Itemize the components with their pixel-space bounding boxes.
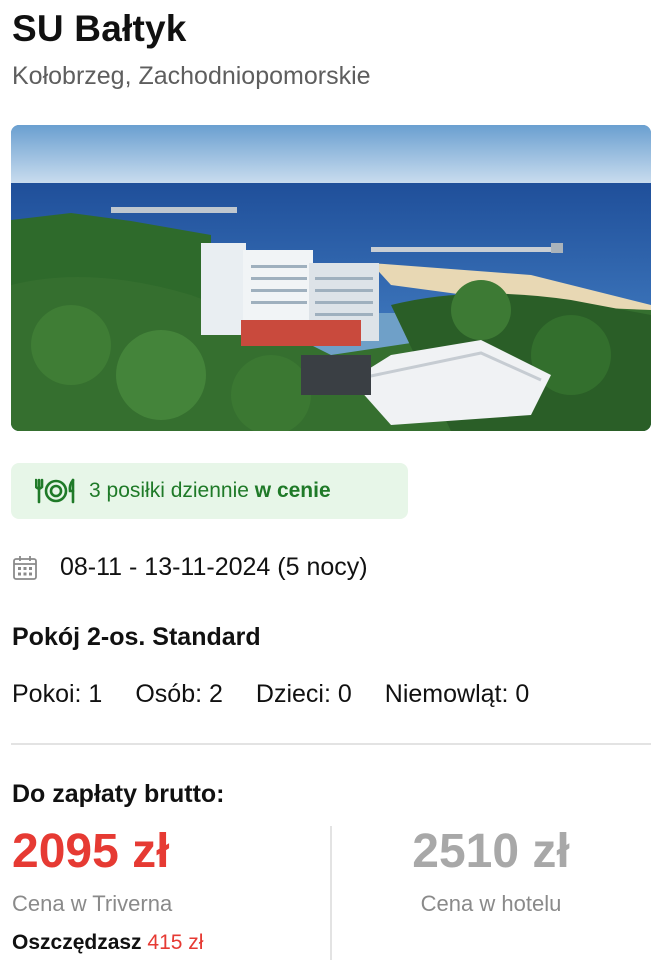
hotel-price-caption: Cena w hotelu [420, 891, 562, 916]
hotel-name[interactable]: SU Bałtyk [12, 8, 187, 50]
savings-text: Oszczędzasz 415 zł [12, 931, 204, 954]
rooms-count: Pokoi: 1 [12, 680, 103, 708]
stay-dates-text: 08-11 - 13-11-2024 (5 nocy) [60, 553, 368, 581]
divider [11, 743, 651, 745]
meals-included-badge: 3 posiłki dziennie w cenie [11, 463, 408, 519]
hotel-offer-card: SU Bałtyk Kołobrzeg, Zachodniopomorskie [0, 0, 668, 970]
triverna-price-caption: Cena w Triverna [12, 891, 173, 916]
stay-dates: 08-11 - 13-11-2024 (5 nocy) [12, 553, 368, 582]
hotel-photo[interactable] [11, 125, 651, 431]
persons-count: Osób: 2 [135, 680, 223, 708]
calendar-icon [13, 555, 37, 580]
cutlery-plate-icon [35, 478, 75, 504]
payment-label: Do zapłaty brutto: [12, 780, 225, 808]
room-type: Pokój 2-os. Standard [12, 623, 261, 651]
children-count: Dzieci: 0 [255, 680, 352, 708]
infants-count: Niemowląt: 0 [384, 680, 530, 708]
meals-badge-text: 3 posiłki dziennie w cenie [89, 479, 331, 502]
hotel-location: Kołobrzeg, Zachodniopomorskie [12, 62, 371, 90]
triverna-price: 2095 zł [12, 825, 170, 878]
savings-amount: 415 zł [147, 931, 204, 954]
hotel-price: 2510 zł [412, 825, 570, 878]
guest-counts: Pokoi: 1 Osób: 2 Dzieci: 0 Niemowląt: 0 [12, 680, 562, 709]
